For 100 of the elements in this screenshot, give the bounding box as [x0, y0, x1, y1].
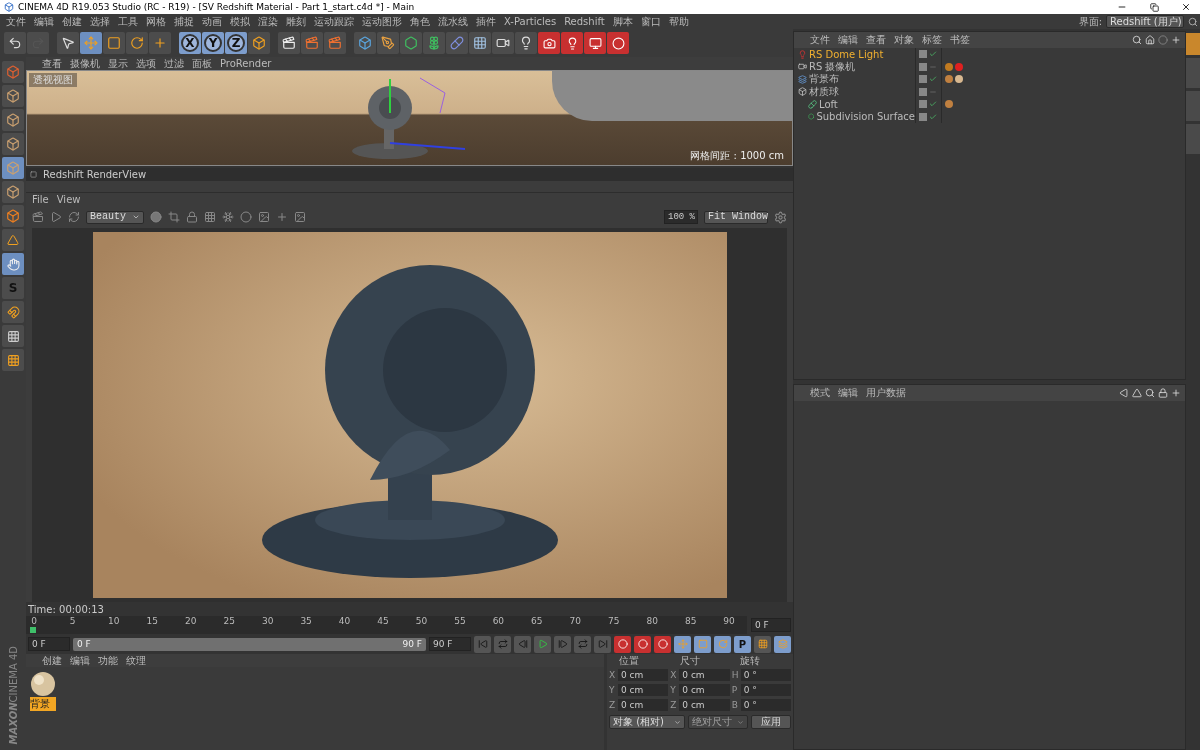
- menu-item[interactable]: 角色: [406, 14, 434, 29]
- menu-item[interactable]: 编辑: [834, 386, 862, 400]
- menu-item[interactable]: 捕捉: [170, 14, 198, 29]
- coordinate-field[interactable]: 0 °: [740, 669, 791, 681]
- material-item[interactable]: 背景: [30, 671, 56, 711]
- menu-item[interactable]: 工具: [114, 14, 142, 29]
- key-scale-button[interactable]: [694, 635, 711, 653]
- menu-item[interactable]: 功能: [94, 654, 122, 667]
- menu-item[interactable]: ProRender: [216, 57, 276, 70]
- coordinate-field[interactable]: 0 °: [740, 684, 791, 696]
- menu-item[interactable]: 创建: [58, 14, 86, 29]
- menu-item[interactable]: 网格: [142, 14, 170, 29]
- menu-item[interactable]: 过滤: [160, 57, 188, 70]
- coordinate-field[interactable]: 0 cm: [679, 699, 730, 711]
- axis-lock-button[interactable]: Z: [225, 32, 247, 54]
- menu-item[interactable]: 对象: [890, 33, 918, 47]
- menu-item[interactable]: 雕刻: [282, 14, 310, 29]
- light-bulb-tool-button[interactable]: [515, 32, 537, 54]
- flower-tool-button[interactable]: [423, 32, 445, 54]
- menu-item[interactable]: 查看: [862, 33, 890, 47]
- mode-button[interactable]: [2, 109, 24, 131]
- record-button[interactable]: [614, 635, 631, 653]
- current-frame-field[interactable]: 0 F: [751, 618, 791, 632]
- menu-item[interactable]: 运动跟踪: [310, 14, 358, 29]
- menu-item[interactable]: 运动图形: [358, 14, 406, 29]
- menu-item[interactable]: 用户数据: [862, 386, 910, 400]
- capsule-tool-button[interactable]: [446, 32, 468, 54]
- hexagon-tool-button[interactable]: [400, 32, 422, 54]
- workplane-button[interactable]: [2, 349, 24, 371]
- pen-tool-button[interactable]: [377, 32, 399, 54]
- menu-item[interactable]: 模式: [806, 386, 834, 400]
- playhead[interactable]: [30, 627, 37, 633]
- coordinate-field[interactable]: 0 cm: [679, 684, 730, 696]
- menu-item[interactable]: X-Particles: [500, 14, 561, 29]
- menu-item[interactable]: 模拟: [226, 14, 254, 29]
- key-rotation-button[interactable]: [714, 635, 731, 653]
- frame-range-slider[interactable]: 0 F 90 F: [73, 637, 426, 651]
- viewport[interactable]: 透视视图 网格间距 : 1000 cm: [26, 70, 793, 166]
- coordinate-field[interactable]: 0 cm: [618, 699, 669, 711]
- mode-button[interactable]: [2, 133, 24, 155]
- menu-item[interactable]: 文件: [806, 33, 834, 47]
- menu-item[interactable]: View: [52, 193, 85, 206]
- magnet-button[interactable]: [2, 301, 24, 323]
- object-name[interactable]: 背景布: [809, 72, 839, 87]
- mode-button[interactable]: [2, 85, 24, 107]
- menu-item[interactable]: 流水线: [434, 14, 472, 29]
- menu-item[interactable]: 摄像机: [66, 57, 104, 70]
- axis-lock-button[interactable]: Y: [202, 32, 224, 54]
- mode-button[interactable]: [2, 61, 24, 83]
- menu-item[interactable]: 编辑: [834, 33, 862, 47]
- start-frame-field[interactable]: 0 F: [28, 637, 70, 651]
- scale-tool-button[interactable]: [103, 32, 125, 54]
- menu-item[interactable]: 窗口: [636, 14, 665, 29]
- axis-mode-button[interactable]: [2, 229, 24, 251]
- redshift-tool-button[interactable]: [561, 32, 583, 54]
- redshift-tool-button[interactable]: [538, 32, 560, 54]
- check-icon[interactable]: [929, 50, 937, 59]
- previous-key-button[interactable]: [494, 635, 511, 653]
- menu-item[interactable]: 标签: [918, 33, 946, 47]
- axis-lock-button[interactable]: X: [179, 32, 201, 54]
- redshift-tool-button[interactable]: [584, 32, 606, 54]
- redshift-tool-button[interactable]: [607, 32, 629, 54]
- menu-item[interactable]: 插件: [472, 14, 500, 29]
- menu-item[interactable]: 脚本: [608, 14, 637, 29]
- key-position-button[interactable]: [674, 635, 691, 653]
- menu-item[interactable]: 创建: [38, 654, 66, 667]
- object-name[interactable]: Subdivision Surface: [816, 111, 915, 123]
- menu-item[interactable]: 帮助: [664, 14, 693, 29]
- mode-button[interactable]: [2, 181, 24, 203]
- select-tool-button[interactable]: [57, 32, 79, 54]
- menu-item[interactable]: 编辑: [30, 14, 58, 29]
- key-parameter-button[interactable]: P: [734, 635, 751, 653]
- mode-button[interactable]: [2, 205, 24, 227]
- coordinate-mode-dropdown[interactable]: 对象 (相对): [609, 715, 685, 729]
- menu-item[interactable]: 选项: [132, 57, 160, 70]
- keyframe-selection-button[interactable]: [654, 635, 671, 653]
- step-back-button[interactable]: [514, 635, 531, 653]
- workplane-button[interactable]: [2, 325, 24, 347]
- menu-item[interactable]: 动画: [198, 14, 226, 29]
- undo-button[interactable]: [4, 32, 26, 54]
- menu-item[interactable]: Redshift: [560, 14, 609, 29]
- object-name[interactable]: 材质球: [809, 84, 839, 99]
- aov-dropdown[interactable]: Beauty: [86, 210, 144, 224]
- object-name[interactable]: RS 摄像机: [809, 59, 856, 74]
- cube-tool-button[interactable]: [354, 32, 376, 54]
- rotate-tool-button[interactable]: [126, 32, 148, 54]
- camera-tool-button[interactable]: [492, 32, 514, 54]
- next-key-button[interactable]: [574, 635, 591, 653]
- coordinate-field[interactable]: 0 cm: [679, 669, 730, 681]
- tag-icon[interactable]: [945, 100, 953, 109]
- add-tool-button[interactable]: [149, 32, 171, 54]
- menu-item[interactable]: 书签: [946, 33, 974, 47]
- go-to-start-button[interactable]: [474, 635, 491, 653]
- step-forward-button[interactable]: [554, 635, 571, 653]
- grid-tool-button[interactable]: [469, 32, 491, 54]
- object-name[interactable]: Loft: [819, 98, 838, 110]
- zoom-field[interactable]: 100 %: [664, 210, 698, 224]
- menu-item[interactable]: 纹理: [122, 654, 150, 667]
- apply-button[interactable]: 应用: [751, 715, 791, 729]
- menu-item[interactable]: File: [28, 193, 53, 206]
